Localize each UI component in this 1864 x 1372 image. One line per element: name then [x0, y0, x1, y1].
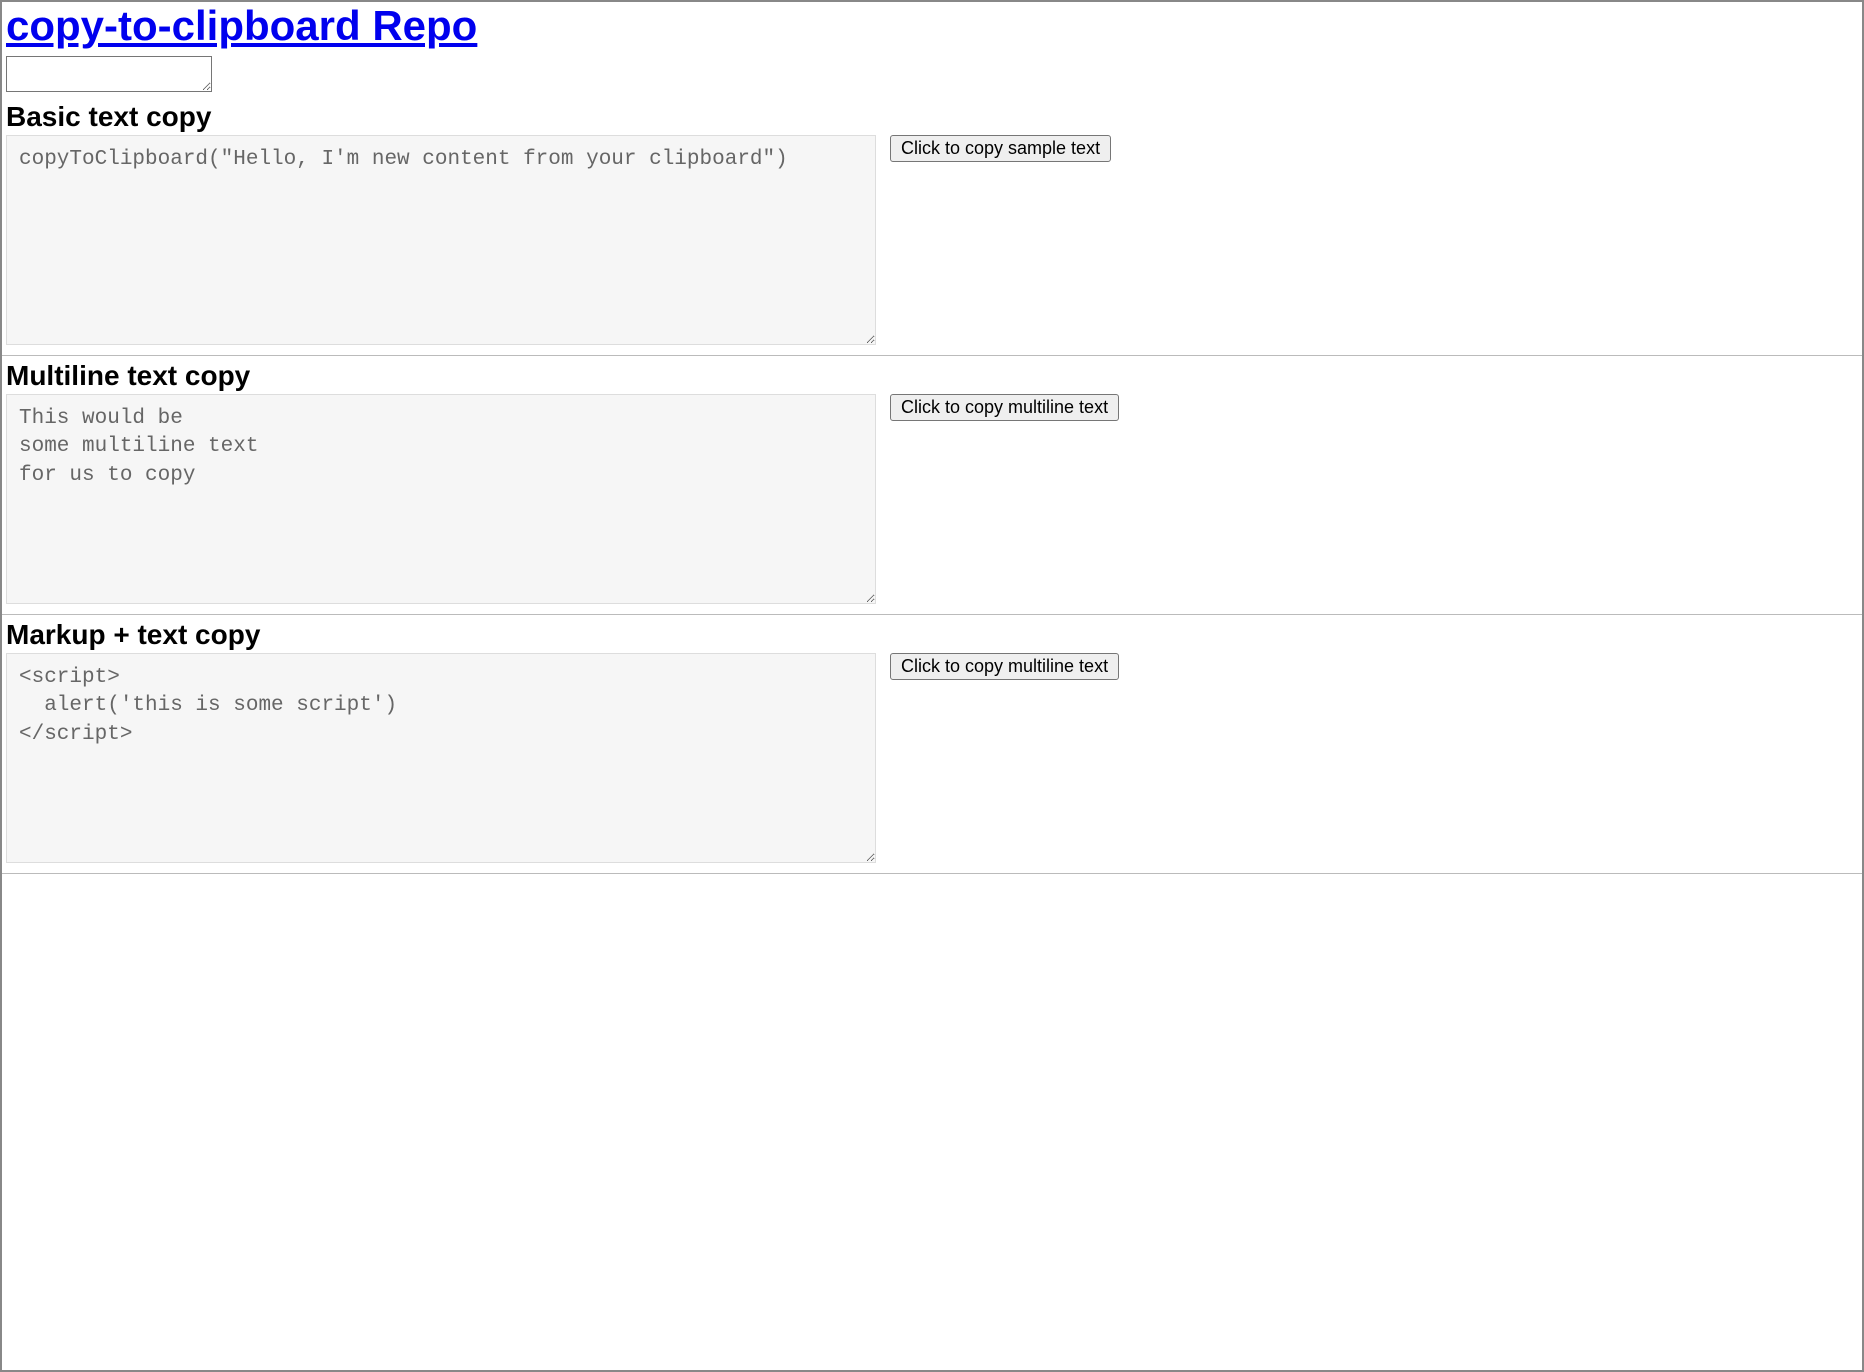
code-area-basic[interactable]: [6, 135, 876, 345]
section-heading-multiline: Multiline text copy: [2, 356, 1862, 394]
code-area-markup[interactable]: [6, 653, 876, 863]
copy-button-multiline[interactable]: Click to copy multiline text: [890, 394, 1119, 421]
scratch-textarea[interactable]: [6, 56, 212, 92]
section-basic: Basic text copy Click to copy sample tex…: [2, 97, 1862, 356]
code-area-multiline[interactable]: [6, 394, 876, 604]
page-title: copy-to-clipboard Repo: [2, 2, 1862, 52]
section-heading-markup: Markup + text copy: [2, 615, 1862, 653]
copy-button-basic[interactable]: Click to copy sample text: [890, 135, 1111, 162]
section-heading-basic: Basic text copy: [2, 97, 1862, 135]
repo-link[interactable]: copy-to-clipboard Repo: [6, 2, 477, 49]
copy-button-markup[interactable]: Click to copy multiline text: [890, 653, 1119, 680]
section-multiline: Multiline text copy Click to copy multil…: [2, 356, 1862, 615]
section-markup: Markup + text copy Click to copy multili…: [2, 615, 1862, 874]
